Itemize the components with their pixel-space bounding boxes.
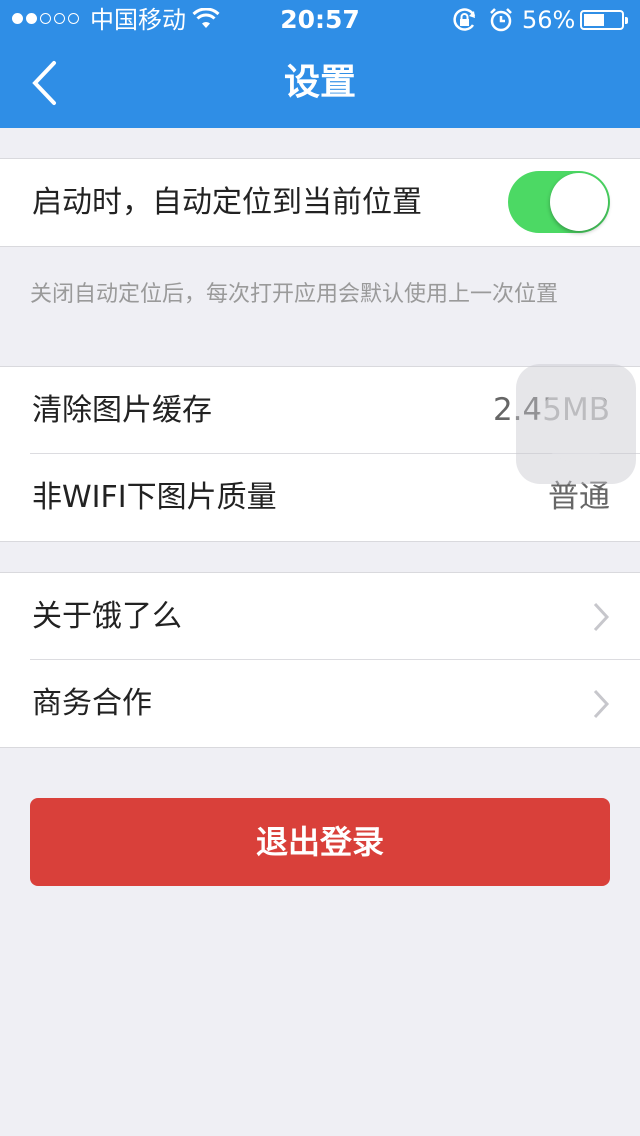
top-bar: 中国移动 20:57 56% 设置 [0, 0, 640, 128]
chevron-right-icon [593, 602, 610, 632]
page-title: 设置 [283, 62, 356, 103]
auto-locate-note: 关闭自动定位后，每次打开应用会默认使用上一次位置 [30, 282, 559, 307]
about-label: 关于饿了么 [32, 599, 182, 634]
assistive-touch-ring [538, 386, 614, 462]
battery-icon [580, 10, 628, 30]
alarm-icon [490, 8, 512, 32]
info-group: 关于饿了么 商务合作 [0, 572, 640, 748]
location-settings-group: 启动时，自动定位到当前位置 [0, 158, 640, 247]
auto-locate-row: 启动时，自动定位到当前位置 [0, 159, 640, 246]
logout-button[interactable]: 退出登录 [30, 798, 610, 886]
auto-locate-toggle[interactable] [508, 171, 610, 233]
battery-level [584, 14, 604, 26]
auto-locate-label: 启动时，自动定位到当前位置 [32, 185, 422, 220]
status-bar: 中国移动 20:57 56% [0, 0, 640, 40]
toggle-knob [550, 173, 608, 231]
about-row[interactable]: 关于饿了么 [0, 573, 640, 660]
business-row[interactable]: 商务合作 [0, 659, 640, 747]
business-label: 商务合作 [32, 686, 152, 721]
rotation-lock-icon [453, 8, 476, 31]
chevron-right-icon [593, 689, 610, 719]
battery-percentage: 56% [522, 6, 576, 34]
clear-cache-label: 清除图片缓存 [32, 393, 212, 428]
image-quality-label: 非WIFI下图片质量 [32, 480, 277, 515]
assistive-touch-button[interactable] [516, 364, 636, 484]
battery-tip [625, 17, 628, 24]
